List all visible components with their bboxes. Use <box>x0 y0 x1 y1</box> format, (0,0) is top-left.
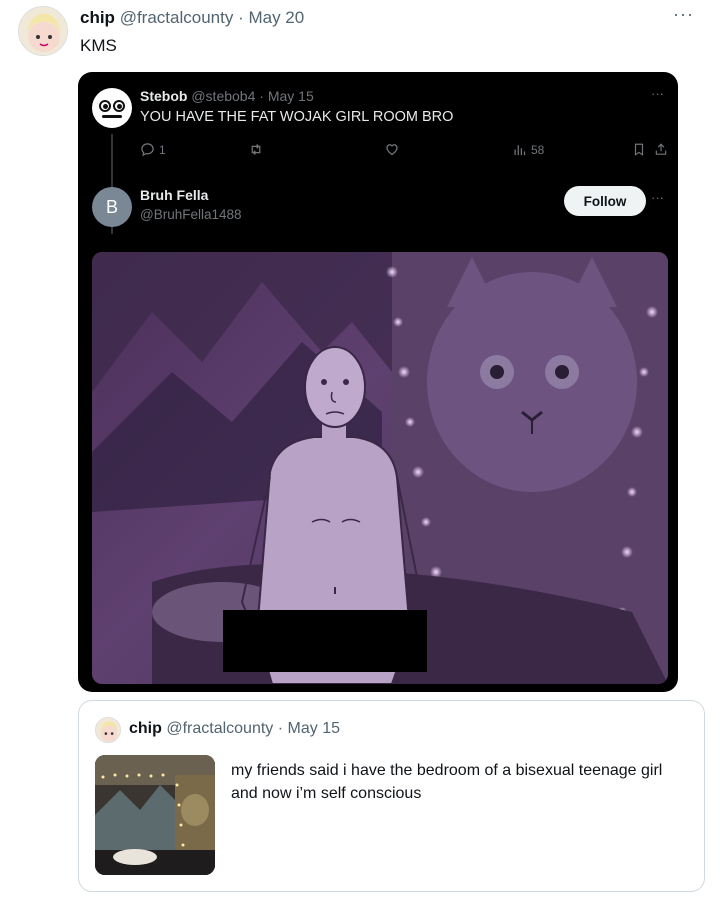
quote-header: chip @fractalcounty · May 15 <box>129 720 340 738</box>
like-action <box>384 142 400 157</box>
quote-thumbnail[interactable] <box>95 755 215 875</box>
follow-button: Follow <box>564 186 646 216</box>
bruhfella-handle: @BruhFella1488 <box>140 207 242 222</box>
embedded-screenshot: Stebob @stebob4 · May 15 ··· YOU HAVE TH… <box>78 72 678 692</box>
views-action: 58 <box>512 142 544 157</box>
reply-actions: 1 58 <box>140 142 668 162</box>
avatar-illustration <box>19 7 67 55</box>
reply-separator: · <box>259 88 264 104</box>
author-avatar[interactable] <box>18 6 68 56</box>
eye-icon <box>99 100 111 112</box>
tweet-text: KMS <box>80 36 117 55</box>
reply-author-name: Stebob <box>140 88 188 104</box>
author-handle[interactable]: @fractalcounty <box>120 8 234 27</box>
reply-count: 1 <box>159 142 166 157</box>
reply-header: Stebob @stebob4 · May 15 <box>140 88 314 104</box>
views-count: 58 <box>531 142 545 157</box>
reply-date: May 15 <box>267 88 314 104</box>
quote-author-name: chip <box>129 720 162 737</box>
room-photo <box>92 252 668 684</box>
quote-date: May 15 <box>287 720 340 737</box>
quote-separator: · <box>277 720 284 737</box>
bruhfella-avatar: B <box>92 187 132 227</box>
retweet-action <box>248 142 264 157</box>
more-horizontal-icon: ··· <box>651 190 664 205</box>
quoted-tweet[interactable]: chip @fractalcounty · May 15 my friends … <box>78 700 705 892</box>
more-horizontal-icon[interactable]: ··· <box>673 4 694 25</box>
header-separator: · <box>238 8 244 27</box>
eye-icon <box>113 100 125 112</box>
quote-author-handle: @fractalcounty <box>166 720 274 737</box>
bruhfella-name: Bruh Fella <box>140 187 209 203</box>
reply-author-handle: @stebob4 <box>191 88 256 104</box>
bar-chart-icon <box>514 145 526 156</box>
tweet: chip @fractalcounty · May 20 ··· KMS Ste… <box>0 0 720 901</box>
tweet-header: chip @fractalcounty · May 20 <box>80 8 304 28</box>
quote-author-avatar <box>95 717 121 743</box>
bookmark-action <box>632 142 646 157</box>
bedroom-thumbnail-image <box>95 755 215 875</box>
quote-text: my friends said i have the bedroom of a … <box>231 762 663 802</box>
share-action <box>654 142 668 157</box>
retweet-icon <box>251 144 261 155</box>
heart-icon <box>386 144 398 156</box>
tweet-date[interactable]: May 20 <box>248 8 304 27</box>
bookmark-icon <box>634 143 644 156</box>
author-name[interactable]: chip <box>80 8 115 27</box>
reply-icon <box>141 143 154 157</box>
avatar-illustration <box>96 718 120 742</box>
reply-action: 1 <box>140 142 166 157</box>
reply-text: YOU HAVE THE FAT WOJAK GIRL ROOM BRO <box>140 109 454 125</box>
more-horizontal-icon: ··· <box>651 86 664 101</box>
stebob-avatar <box>92 88 132 128</box>
wojak-room-illustration <box>92 252 668 684</box>
mouth-shape <box>102 115 122 118</box>
share-icon <box>655 143 667 155</box>
